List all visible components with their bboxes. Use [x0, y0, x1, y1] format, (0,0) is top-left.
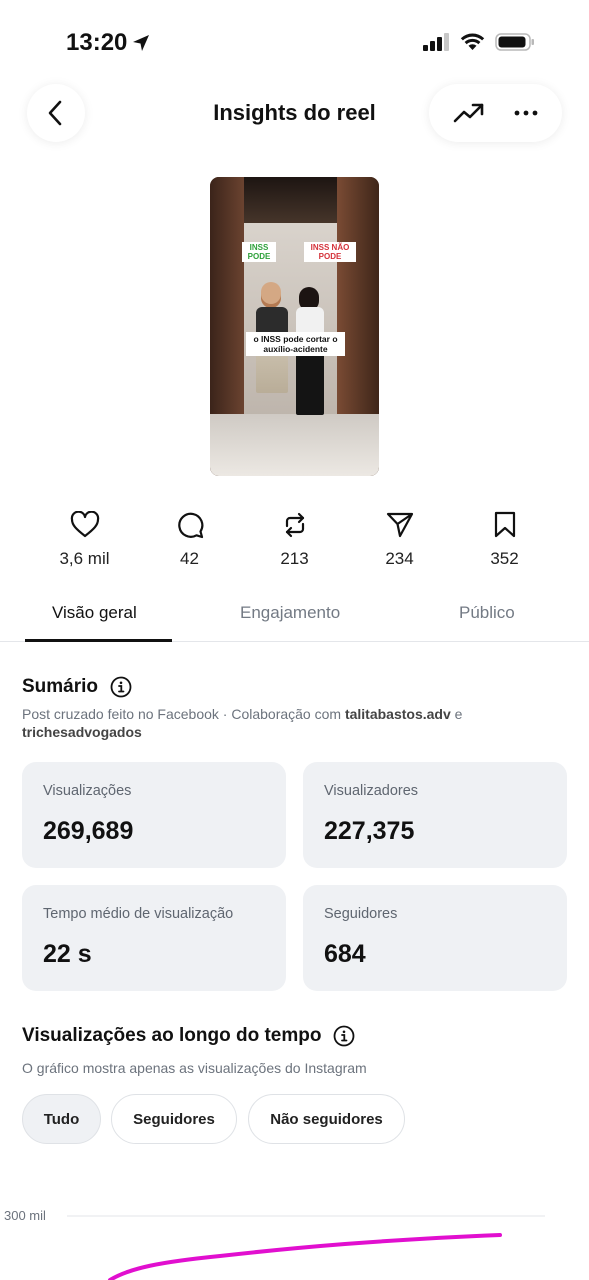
chart-series-line	[108, 1233, 502, 1280]
metric-value: 269,689	[43, 817, 134, 845]
filter-chip-followers[interactable]: Seguidores	[111, 1094, 237, 1144]
summary-desc-prefix: Post cruzado feito no Facebook · Colabor…	[22, 706, 345, 722]
more-options-button[interactable]	[514, 110, 538, 116]
bookmark-icon	[494, 511, 515, 538]
shares-count: 234	[385, 549, 414, 568]
views-over-time-subtitle: O gráfico mostra apenas as visualizações…	[22, 1060, 367, 1076]
info-icon[interactable]	[333, 1025, 355, 1047]
comments-count: 42	[180, 549, 199, 568]
thumb-person-left-head	[261, 282, 281, 308]
trending-button[interactable]	[453, 102, 485, 124]
metric-label: Tempo médio de visualização	[43, 906, 234, 922]
status-time-group: 13:20	[66, 29, 151, 57]
insights-tabs: Visão geral Engajamento Público	[0, 596, 589, 642]
thumb-person-right	[296, 307, 324, 415]
summary-desc-and: e	[450, 706, 463, 722]
reposts-count: 213	[280, 549, 309, 568]
thumb-ceiling	[244, 177, 337, 223]
status-time: 13:20	[66, 29, 128, 56]
thumb-floor	[210, 414, 379, 476]
trending-up-icon	[453, 103, 484, 123]
battery-icon	[495, 33, 534, 51]
summary-description: Post cruzado feito no Facebook · Colabor…	[22, 705, 567, 741]
metric-value: 684	[324, 940, 366, 968]
metric-card-viewers: Visualizadores 227,375	[303, 762, 567, 868]
repost-icon	[285, 512, 304, 538]
metric-label: Visualizadores	[324, 783, 419, 799]
location-arrow-icon	[133, 35, 150, 51]
heart-icon	[70, 511, 99, 538]
thumb-tag-pode: INSS PODE	[242, 242, 276, 262]
stat-likes[interactable]: 3,6 mil	[32, 511, 137, 569]
views-over-time-title: Visualizações ao longo do tempo	[22, 1025, 322, 1046]
thumb-tag-nao-pode: INSS NÃO PODE	[304, 242, 356, 262]
metric-card-followers: Seguidores 684	[303, 885, 567, 991]
reel-thumbnail[interactable]: INSS PODE INSS NÃO PODE o INSS pode cort…	[210, 177, 379, 476]
thumb-caption: o INSS pode cortar o auxílio-acidente	[246, 332, 345, 356]
stat-saves[interactable]: 352	[452, 511, 557, 569]
filter-chip-all[interactable]: Tudo	[22, 1094, 101, 1144]
header-actions	[429, 84, 562, 142]
stat-comments[interactable]: 42	[137, 511, 242, 569]
status-icons	[423, 32, 535, 52]
cellular-signal-icon	[423, 33, 449, 51]
metric-card-avg-watch-time: Tempo médio de visualização 22 s	[22, 885, 286, 991]
filter-chip-non-followers[interactable]: Não seguidores	[248, 1094, 405, 1144]
saves-count: 352	[490, 549, 519, 568]
tab-active-indicator	[25, 639, 172, 642]
comment-icon	[177, 512, 203, 539]
metric-value: 22 s	[43, 940, 92, 968]
tab-engagement[interactable]: Engajamento	[240, 603, 340, 623]
summary-header: Sumário	[22, 676, 132, 698]
reel-stats: 3,6 mil 42 213 234 352	[32, 511, 557, 569]
stat-reposts[interactable]: 213	[242, 511, 347, 569]
metric-label: Visualizações	[43, 783, 132, 799]
wifi-icon	[460, 33, 485, 50]
metric-label: Seguidores	[324, 906, 398, 922]
send-icon	[386, 512, 413, 538]
summary-title: Sumário	[22, 676, 99, 697]
stat-shares[interactable]: 234	[347, 511, 452, 569]
views-over-time-chart	[67, 1215, 545, 1280]
metric-value: 227,375	[324, 817, 415, 845]
info-icon[interactable]	[110, 676, 132, 698]
tab-audience[interactable]: Público	[459, 603, 515, 623]
views-over-time-header: Visualizações ao longo do tempo	[22, 1025, 355, 1047]
collaborator-2[interactable]: trichesadvogados	[22, 724, 142, 740]
tab-overview[interactable]: Visão geral	[52, 603, 137, 623]
more-horizontal-icon	[514, 110, 538, 116]
status-bar: 13:20	[0, 0, 589, 84]
likes-count: 3,6 mil	[59, 549, 110, 568]
collaborator-1[interactable]: talitabastos.adv	[345, 706, 451, 722]
metric-card-views: Visualizações 269,689	[22, 762, 286, 868]
